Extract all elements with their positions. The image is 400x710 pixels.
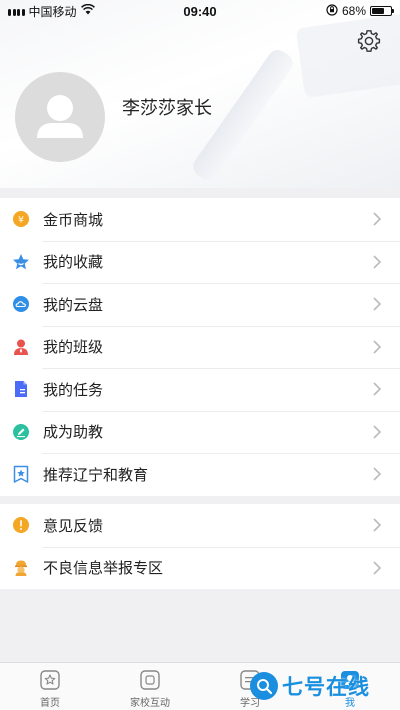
carrier-label: 中国移动: [28, 4, 77, 19]
tab-me[interactable]: 我: [300, 663, 400, 710]
menu-label: 我的收藏: [43, 254, 104, 272]
menu-item-cloud-disk[interactable]: 我的云盘: [0, 283, 400, 326]
tab-home[interactable]: 首页: [0, 663, 100, 710]
chevron-right-icon: [364, 518, 390, 532]
tab-bar: 首页 家校互动 学习 我: [0, 662, 400, 710]
menu-group-main: ¥ 金币商城 我的收藏 我的云盘 我的班级 我的任务 成为助教 推荐辽宁和教育: [0, 198, 400, 496]
feedback-icon: [12, 516, 30, 534]
chevron-right-icon: [364, 561, 390, 575]
tab-label: 我: [345, 698, 355, 709]
tab-label: 首页: [40, 698, 60, 709]
menu-group-feedback: 意见反馈 不良信息举报专区: [0, 504, 400, 589]
username[interactable]: 李莎莎家长: [122, 94, 212, 120]
wifi-icon: [80, 3, 95, 18]
task-icon: [12, 380, 30, 398]
star-icon: [12, 253, 30, 271]
battery-icon: [370, 6, 394, 16]
study-icon: [239, 669, 261, 691]
tab-label: 学习: [240, 698, 260, 709]
chevron-right-icon: [364, 382, 390, 396]
me-icon: [339, 669, 361, 691]
pencil-icon: [12, 423, 30, 441]
status-bar: 中国移动 09:40 68%: [0, 0, 400, 22]
menu-item-feedback[interactable]: 意见反馈: [0, 504, 400, 547]
avatar[interactable]: [15, 72, 105, 162]
home-icon: [39, 669, 61, 691]
chevron-right-icon: [364, 467, 390, 481]
svg-text:¥: ¥: [18, 216, 24, 226]
coin-icon: ¥: [12, 210, 30, 228]
chevron-right-icon: [364, 297, 390, 311]
gear-icon: [357, 30, 381, 52]
menu-item-favorites[interactable]: 我的收藏: [0, 240, 400, 284]
cloud-icon: [12, 295, 30, 313]
menu-item-report[interactable]: 不良信息举报专区: [0, 546, 400, 590]
tab-interaction[interactable]: 家校互动: [100, 663, 200, 710]
report-icon: [12, 559, 30, 577]
chevron-right-icon: [364, 212, 390, 226]
menu-label: 我的班级: [43, 339, 104, 357]
menu-item-my-class[interactable]: 我的班级: [0, 325, 400, 369]
class-icon: [12, 338, 30, 356]
chevron-right-icon: [364, 425, 390, 439]
chevron-right-icon: [364, 255, 390, 269]
battery-percent: 68%: [341, 4, 366, 18]
interaction-icon: [139, 669, 161, 691]
menu-label: 我的云盘: [43, 296, 104, 314]
status-time: 09:40: [183, 3, 217, 19]
menu-label: 意见反馈: [43, 517, 104, 535]
recommend-icon: [12, 465, 30, 483]
status-left: 中国移动: [8, 3, 158, 20]
settings-button[interactable]: [356, 28, 382, 54]
tab-study[interactable]: 学习: [200, 663, 300, 710]
menu-item-my-tasks[interactable]: 我的任务: [0, 368, 400, 411]
menu-label: 成为助教: [43, 424, 104, 442]
tab-label: 家校互动: [130, 698, 170, 709]
menu-label: 推荐辽宁和教育: [43, 466, 149, 484]
menu-label: 金币商城: [43, 211, 104, 229]
header-background-decor: [295, 11, 400, 99]
orientation-lock-icon: [326, 3, 338, 19]
menu-item-coin-mall[interactable]: ¥ 金币商城: [0, 198, 400, 241]
menu-label: 不良信息举报专区: [43, 560, 164, 578]
chevron-right-icon: [364, 340, 390, 354]
menu-item-recommend[interactable]: 推荐辽宁和教育: [0, 453, 400, 496]
menu-item-become-assistant[interactable]: 成为助教: [0, 410, 400, 454]
signal-icon: [8, 7, 25, 16]
user-avatar-icon: [37, 95, 83, 138]
status-right: 68%: [242, 3, 394, 19]
menu-label: 我的任务: [43, 381, 104, 399]
